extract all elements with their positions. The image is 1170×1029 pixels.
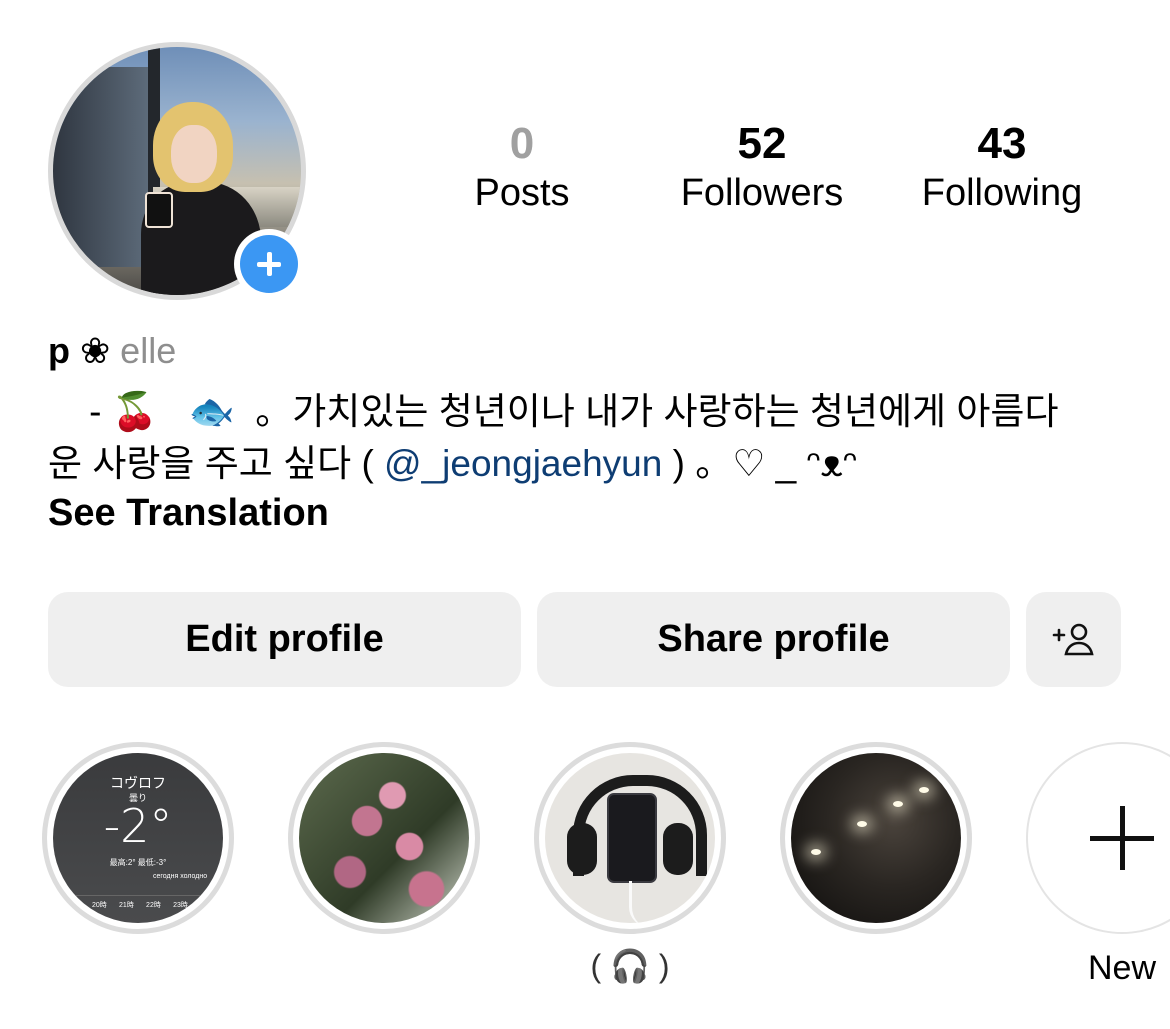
headphones-image: [545, 753, 715, 923]
profile-name-row: p ❀ elle: [48, 330, 176, 372]
weather-note: сегодня холодно: [153, 873, 208, 880]
cable-shape: [629, 881, 662, 923]
followers-label: Followers: [680, 172, 844, 214]
stage-light: [857, 821, 867, 827]
avatar-cup: [145, 192, 173, 228]
headphones-cup-right: [663, 823, 693, 875]
posts-count: 0: [509, 119, 535, 168]
stage-light: [919, 787, 929, 793]
stage-light: [811, 849, 821, 855]
highlight-headphones[interactable]: [534, 742, 726, 934]
see-translation-link[interactable]: See Translation: [48, 490, 329, 536]
concert-image: [791, 753, 961, 923]
headphones-cup-left: [567, 823, 597, 875]
posts-label: Posts: [474, 172, 570, 214]
edit-profile-button[interactable]: Edit profile: [48, 592, 521, 687]
highlight-flowers[interactable]: [288, 742, 480, 934]
avatar-person-face: [171, 125, 217, 183]
weather-hour: 0時: [200, 902, 211, 909]
weather-hour: 22時: [146, 902, 161, 909]
bio-line-2-text: 운 사랑을 주고 싶다 (: [48, 443, 385, 484]
following-label: Following: [921, 172, 1083, 214]
plus-icon: [1090, 806, 1154, 870]
stage-light: [893, 801, 903, 807]
highlight-caption-headphones: ( 🎧 ): [590, 948, 670, 984]
profile-bio: - 🍒 🐟 。가치있는 청년이나 내가 사랑하는 청년에게 아름다 운 사랑을 …: [48, 386, 1138, 490]
avatar-building: [53, 67, 148, 267]
highlight-concert[interactable]: [780, 742, 972, 934]
new-highlight-label: New: [1087, 949, 1157, 987]
weather-city: コヴロフ: [110, 776, 166, 792]
plus-icon: [240, 235, 298, 293]
share-profile-button[interactable]: Share profile: [537, 592, 1010, 687]
add-story-button[interactable]: [234, 229, 304, 299]
profile-pronoun: elle: [120, 330, 177, 371]
new-highlight-button[interactable]: [1026, 742, 1170, 934]
add-person-icon: [1052, 623, 1094, 655]
weather-hour: 23時: [173, 902, 188, 909]
weather-image: コヴロフ 曇り -2° 最高:2° 最低:-3° сегодня холодно…: [53, 753, 223, 923]
following-count: 43: [977, 119, 1027, 168]
weather-hilo: 最高:2° 最低:-3°: [109, 858, 167, 867]
followers-stat[interactable]: 52 Followers: [642, 118, 882, 216]
following-stat[interactable]: 43 Following: [882, 118, 1122, 216]
bio-line-2-end: ) 。♡ _ ᵔᴥᵔ: [662, 443, 857, 484]
discover-people-button[interactable]: [1026, 592, 1121, 687]
weather-hours: 19時 20時 21時 22時 23時 0時: [65, 895, 211, 910]
bio-line-2: 운 사랑을 주고 싶다 ( @_jeongjaehyun ) 。♡ _ ᵔᴥᵔ: [48, 438, 1138, 490]
followers-count: 52: [737, 119, 787, 168]
flowers-image: [299, 753, 469, 923]
bio-line-1: - 🍒 🐟 。가치있는 청년이나 내가 사랑하는 청년에게 아름다: [48, 391, 1059, 432]
posts-stat[interactable]: 0 Posts: [402, 118, 642, 216]
weather-hour: 21時: [119, 902, 134, 909]
profile-name: p ❀: [48, 330, 111, 371]
weather-temp: -2°: [103, 799, 173, 853]
highlight-weather[interactable]: コヴロフ 曇り -2° 最高:2° 最低:-3° сегодня холодно…: [42, 742, 234, 934]
weather-hour: 19時: [65, 902, 80, 909]
weather-hour: 20時: [92, 902, 107, 909]
bio-mention-link[interactable]: @_jeongjaehyun: [384, 443, 662, 484]
phone-shape: [607, 793, 657, 883]
